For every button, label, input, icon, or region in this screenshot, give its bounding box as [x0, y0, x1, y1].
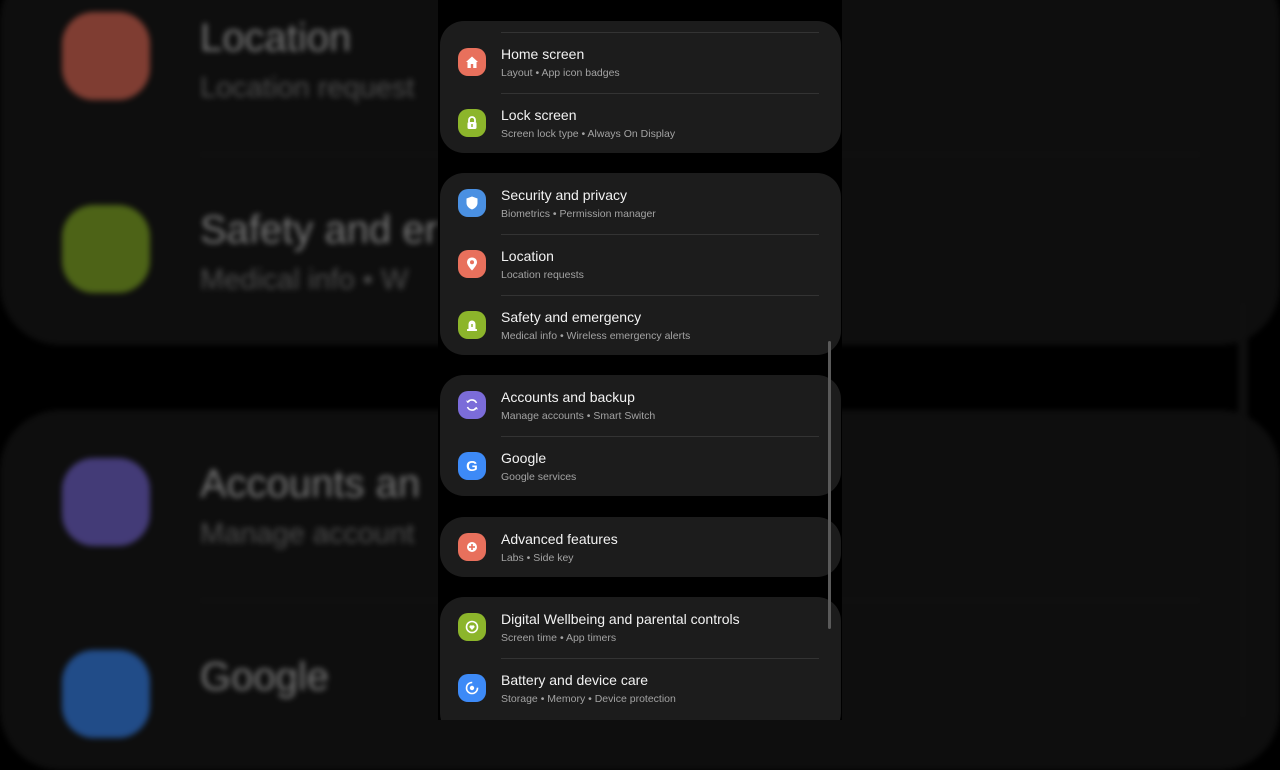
bg-accounts-subtitle: Manage account [200, 518, 415, 550]
settings-item-accounts-backup[interactable]: Accounts and backup Manage accounts • Sm… [440, 375, 841, 435]
sync-icon [458, 391, 486, 419]
settings-item-subtitle: Manage accounts • Smart Switch [501, 410, 656, 422]
bg-safety-title: Safety and er [200, 208, 438, 252]
bg-safety-subtitle: Medical info • W [200, 264, 409, 296]
settings-item-title: Lock screen [501, 107, 577, 123]
divider [501, 436, 819, 437]
lock-icon [458, 109, 486, 137]
settings-item-subtitle: Layout • App icon badges [501, 67, 620, 79]
divider [501, 93, 819, 94]
bg-accounts-title: Accounts an [200, 462, 421, 506]
settings-item-subtitle: Medical info • Wireless emergency alerts [501, 330, 691, 342]
settings-item-battery-device-care[interactable]: Battery and device care Storage • Memory… [440, 658, 841, 718]
siren-icon [458, 311, 486, 339]
settings-group-wellbeing: Digital Wellbeing and parental controls … [440, 597, 841, 720]
settings-item-location[interactable]: Location Location requests [440, 234, 841, 294]
settings-item-subtitle: Labs • Side key [501, 552, 574, 564]
settings-item-title: Battery and device care [501, 672, 649, 688]
settings-item-security-privacy[interactable]: Security and privacy Biometrics • Permis… [440, 173, 841, 233]
settings-item-title: Safety and emergency [501, 309, 642, 325]
settings-group-advanced: Advanced features Labs • Side key [440, 517, 841, 577]
home-icon [458, 48, 486, 76]
divider [501, 658, 819, 659]
settings-screen: Home screen Layout • App icon badges Loc… [438, 0, 842, 720]
settings-item-title: Advanced features [501, 531, 618, 547]
bg-google-title: Google [200, 655, 329, 699]
settings-item-subtitle: Screen lock type • Always On Display [501, 128, 676, 140]
scrollbar[interactable] [828, 341, 831, 629]
settings-item-lock-screen[interactable]: Lock screen Screen lock type • Always On… [440, 93, 841, 153]
settings-item-home-screen[interactable]: Home screen Layout • App icon badges [440, 32, 841, 92]
settings-item-subtitle: Storage • Memory • Device protection [501, 693, 676, 705]
settings-item-subtitle: Biometrics • Permission manager [501, 208, 656, 220]
settings-item-subtitle: Google services [501, 471, 577, 483]
divider [501, 32, 819, 33]
bg-accounts-icon [62, 458, 150, 546]
bg-scrollbar [1238, 300, 1248, 720]
divider [501, 295, 819, 296]
bg-location-title: Location [200, 16, 352, 60]
settings-item-subtitle: Screen time • App timers [501, 632, 617, 644]
settings-item-title: Google [501, 450, 547, 466]
settings-item-title: Accounts and backup [501, 389, 635, 405]
settings-item-title: Location [501, 248, 554, 264]
wellbeing-icon [458, 613, 486, 641]
settings-group-accounts: Accounts and backup Manage accounts • Sm… [440, 375, 841, 496]
settings-item-title: Security and privacy [501, 187, 628, 203]
settings-item-advanced-features[interactable]: Advanced features Labs • Side key [440, 517, 841, 577]
settings-item-title: Digital Wellbeing and parental controls [501, 611, 740, 627]
settings-group-security: Security and privacy Biometrics • Permis… [440, 173, 841, 355]
settings-item-digital-wellbeing[interactable]: Digital Wellbeing and parental controls … [440, 597, 841, 657]
bg-location-subtitle: Location request [200, 72, 415, 104]
divider [501, 234, 819, 235]
bg-location-icon [62, 12, 150, 100]
gear-plus-icon [458, 533, 486, 561]
google-icon: G [458, 452, 486, 480]
bg-google-icon [62, 650, 150, 738]
settings-item-subtitle: Location requests [501, 269, 584, 281]
settings-group-display: Home screen Layout • App icon badges Loc… [440, 21, 841, 153]
shield-icon [458, 189, 486, 217]
bg-safety-icon [62, 205, 150, 293]
location-pin-icon [458, 250, 486, 278]
settings-item-title: Home screen [501, 46, 585, 62]
settings-item-safety-emergency[interactable]: Safety and emergency Medical info • Wire… [440, 295, 841, 355]
settings-item-google[interactable]: G Google Google services [440, 436, 841, 496]
battery-care-icon [458, 674, 486, 702]
